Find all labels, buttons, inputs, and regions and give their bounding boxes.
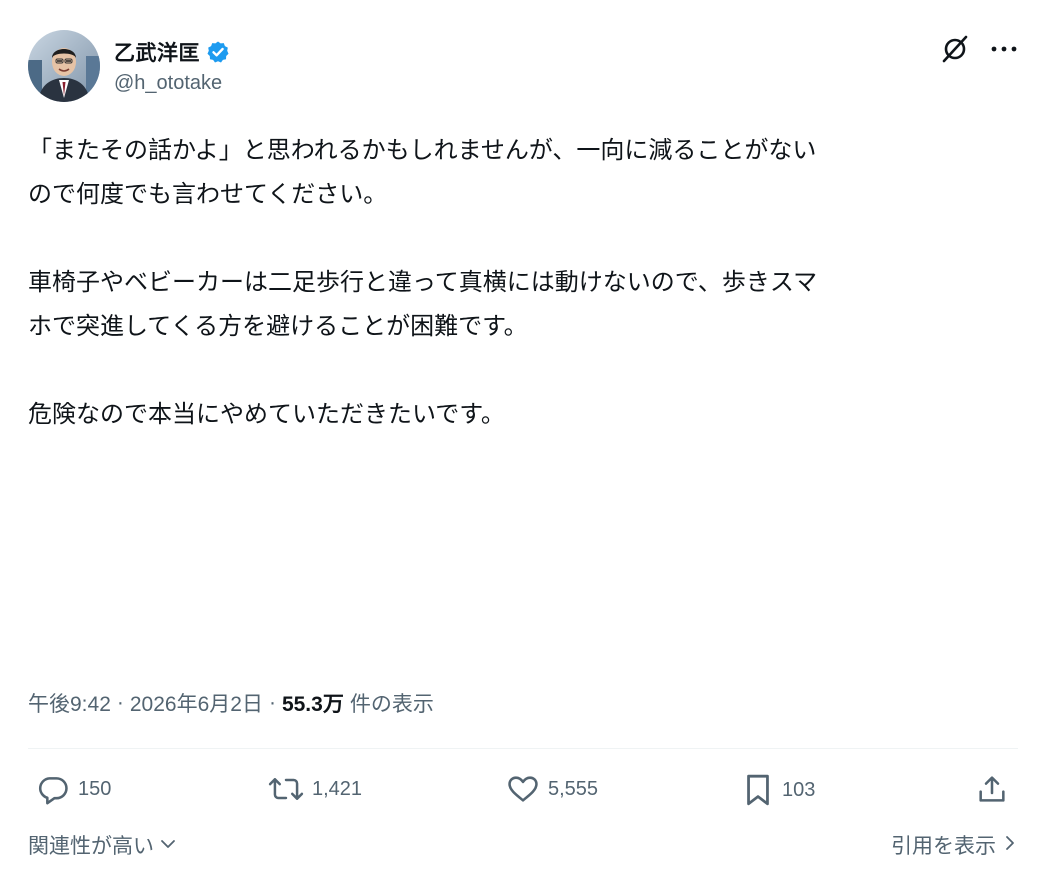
bookmark-button[interactable]: 103 [742, 772, 815, 808]
meta-separator: · [116, 691, 124, 714]
share-button[interactable] [976, 772, 1008, 806]
view-quotes-link[interactable]: 引用を表示 [891, 830, 1018, 860]
repost-icon [268, 772, 304, 806]
repost-count: 1,421 [312, 777, 363, 800]
tweet-paragraph: 危険なので本当にやめていただきたいです。 [28, 400, 505, 428]
tweet-date[interactable]: 2026年6月2日 [130, 688, 263, 718]
like-count: 5,555 [548, 777, 599, 800]
tweet-meta: 午後9:42 · 2026年6月2日 · 55.3万 件の表示 [28, 688, 434, 718]
display-name[interactable]: 乙武洋匡 [114, 37, 200, 67]
author-names: 乙武洋匡 @h_ototake [114, 36, 230, 95]
views-count[interactable]: 55.3万 [282, 688, 344, 718]
chevron-right-icon [1002, 833, 1018, 858]
views-label: 件の表示 [349, 693, 434, 716]
more-options-icon[interactable] [990, 44, 1018, 54]
divider [28, 748, 1018, 749]
bookmark-icon [742, 772, 774, 808]
avatar[interactable] [28, 30, 100, 102]
meta-separator: · [268, 691, 276, 714]
name-row: 乙武洋匡 [114, 36, 230, 68]
tweet-header: 乙武洋匡 @h_ototake [28, 30, 1018, 106]
repost-button[interactable]: 1,421 [268, 772, 362, 806]
tweet-text: 「またその話かよ」と思われるかもしれませんが、一向に減ることがない ので何度でも… [28, 128, 1018, 436]
sort-label: 関連性が高い [28, 834, 154, 858]
reply-button[interactable]: 150 [36, 772, 111, 806]
tweet-time[interactable]: 午後9:42 [28, 688, 111, 718]
reply-icon [36, 772, 70, 806]
bookmark-count: 103 [782, 778, 816, 801]
heart-icon [506, 772, 540, 806]
grok-icon[interactable] [940, 34, 970, 64]
header-actions [940, 34, 1018, 64]
chevron-down-icon [158, 833, 178, 857]
tweet-paragraph: 「またその話かよ」と思われるかもしれませんが、一向に減ることがない ので何度でも… [28, 136, 817, 208]
tweet-paragraph: 車椅子やベビーカーは二足歩行と違って真横には動けないので、歩きスマ ホで突進して… [28, 268, 818, 340]
action-bar: 150 1,421 5,555 103 [28, 772, 1018, 816]
like-button[interactable]: 5,555 [506, 772, 598, 806]
quotes-label: 引用を表示 [891, 834, 996, 858]
handle[interactable]: @h_ototake [114, 72, 230, 95]
share-icon [976, 772, 1008, 806]
verified-badge-icon[interactable] [206, 40, 230, 64]
reply-count: 150 [78, 777, 112, 800]
replies-footer: 関連性が高い 引用を表示 [28, 830, 1018, 866]
sort-dropdown[interactable]: 関連性が高い [28, 830, 178, 860]
